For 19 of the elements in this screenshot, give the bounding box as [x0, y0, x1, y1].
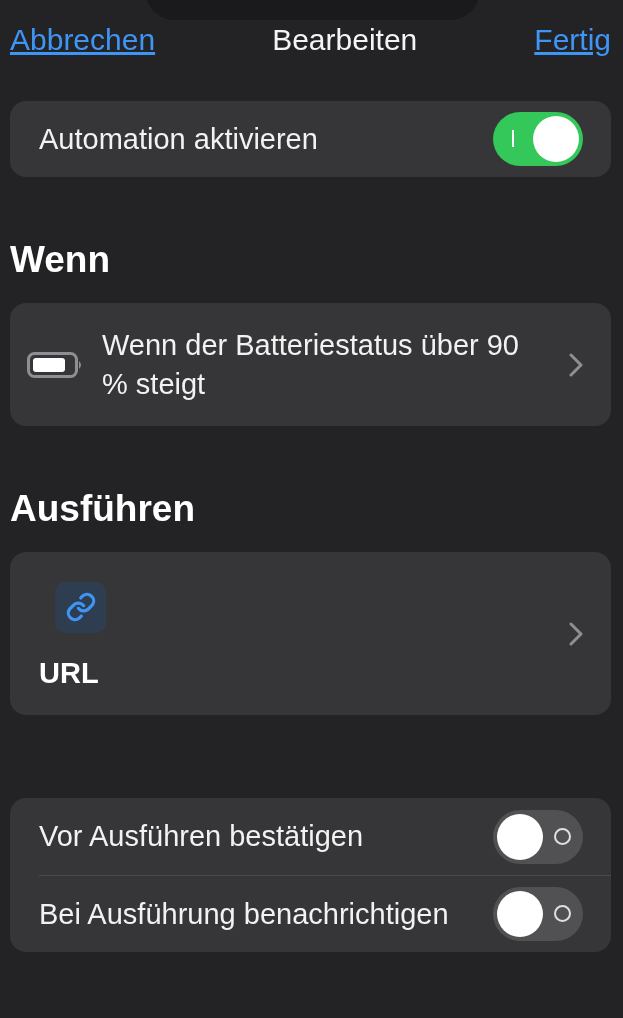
done-link[interactable]: Fertig	[534, 23, 611, 57]
screen-title: Bearbeiten	[272, 23, 418, 57]
section-heading: Wenn	[10, 239, 112, 281]
chevron-icon	[569, 621, 583, 646]
trigger-text: Wenn der Batteriestatus über 90 % steigt	[102, 327, 520, 402]
setting-label: Automation aktivieren	[39, 122, 318, 156]
chevron-icon	[569, 352, 583, 377]
action-card[interactable]: URL	[10, 552, 611, 715]
cancel-link[interactable]: Abbrechen	[10, 23, 156, 57]
setting-label: Vor Ausführen bestätigen	[39, 820, 364, 853]
toggle-switch[interactable]	[493, 887, 583, 941]
section-heading: Ausführen	[10, 488, 196, 530]
toggle-switch[interactable]	[493, 809, 583, 864]
trigger-card[interactable]: Wenn der Batteriestatus über 90 % steigt	[10, 303, 611, 426]
battery-icon	[27, 350, 84, 379]
setting-label: Bei Ausführung benachrichtigen	[39, 897, 449, 931]
link-icon	[55, 581, 106, 633]
action-label: URL	[39, 656, 100, 690]
toggle-switch[interactable]	[493, 112, 583, 166]
